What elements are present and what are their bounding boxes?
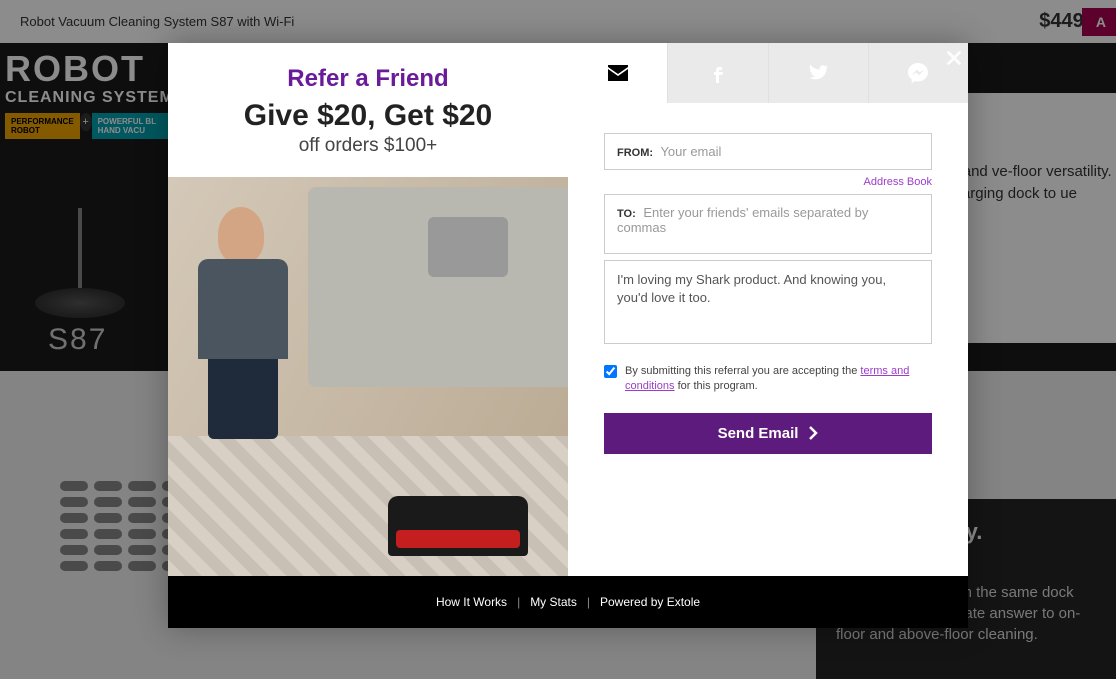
address-book-link[interactable]: Address Book [864, 176, 932, 188]
separator: | [587, 595, 590, 609]
message-input[interactable]: I'm loving my Shark product. And knowing… [604, 260, 932, 344]
messenger-icon [906, 61, 930, 85]
refer-friend-modal: Refer a Friend Give $20, Get $20 off ord… [168, 43, 968, 628]
to-label: TO: [617, 208, 636, 220]
share-twitter-tab[interactable] [768, 43, 868, 103]
off-orders-text: off orders $100+ [168, 135, 568, 157]
my-stats-link[interactable]: My Stats [530, 595, 577, 609]
twitter-icon [806, 61, 830, 85]
separator: | [517, 595, 520, 609]
chevron-right-icon [808, 426, 818, 440]
email-icon [606, 61, 630, 85]
terms-text: By submitting this referral you are acce… [625, 364, 932, 395]
from-label: FROM: [617, 147, 653, 159]
close-modal-button[interactable] [940, 44, 968, 72]
send-email-button[interactable]: Send Email [604, 413, 932, 454]
give-get-heading: Give $20, Get $20 [168, 99, 568, 133]
powered-by-link[interactable]: Powered by Extole [600, 595, 700, 609]
terms-checkbox[interactable] [604, 365, 617, 378]
from-placeholder: Your email [660, 144, 721, 159]
promo-image [168, 177, 568, 576]
to-email-input[interactable]: TO: Enter your friends' emails separated… [604, 194, 932, 254]
from-email-input[interactable]: FROM: Your email [604, 133, 932, 170]
refer-title: Refer a Friend [168, 65, 568, 93]
share-facebook-tab[interactable] [667, 43, 767, 103]
how-it-works-link[interactable]: How It Works [436, 595, 507, 609]
facebook-icon [706, 61, 730, 85]
to-placeholder: Enter your friends' emails separated by … [617, 205, 868, 235]
share-email-tab[interactable] [568, 43, 667, 103]
